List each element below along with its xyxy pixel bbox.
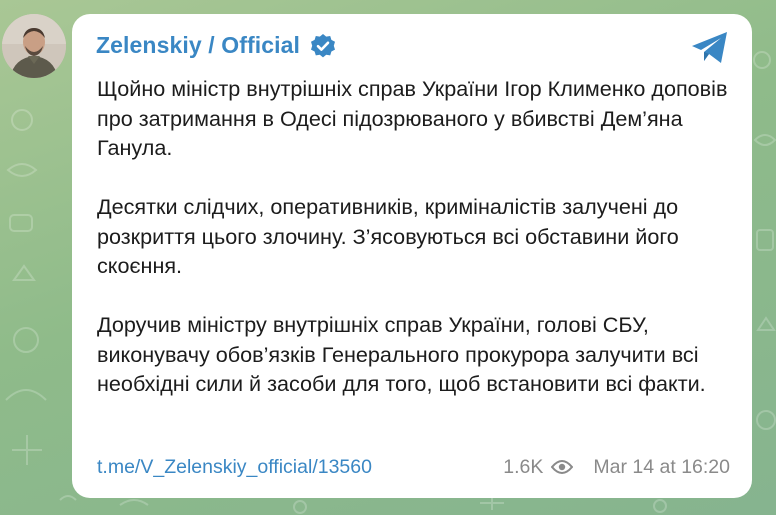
message-bubble: Zelenskiy / Official Щойно міністр внутр… — [72, 14, 752, 498]
avatar-photo-icon — [2, 14, 66, 78]
message-paragraph: Десятки слідчих, оперативників, кримінал… — [97, 194, 679, 278]
message-paragraph: Доручив міністру внутрішніх справ Україн… — [97, 312, 706, 396]
channel-header[interactable]: Zelenskiy / Official — [96, 32, 336, 59]
message-text: Щойно міністр внутрішніх справ України І… — [97, 74, 737, 399]
channel-name[interactable]: Zelenskiy / Official — [96, 32, 300, 59]
message-footer: t.me/V_Zelenskiy_official/13560 1.6K Mar… — [97, 454, 730, 480]
view-count: 1.6K — [503, 455, 544, 478]
verified-badge-icon — [310, 33, 335, 57]
telegram-share-icon[interactable] — [690, 30, 730, 66]
message-meta: 1.6K Mar 14 at 16:20 — [503, 456, 730, 479]
message-paragraph: Щойно міністр внутрішніх справ України І… — [97, 76, 728, 160]
eye-icon — [551, 460, 574, 474]
channel-avatar[interactable] — [2, 14, 66, 78]
post-link[interactable]: t.me/V_Zelenskiy_official/13560 — [97, 456, 372, 479]
post-date: Mar 14 at 16:20 — [593, 455, 730, 478]
